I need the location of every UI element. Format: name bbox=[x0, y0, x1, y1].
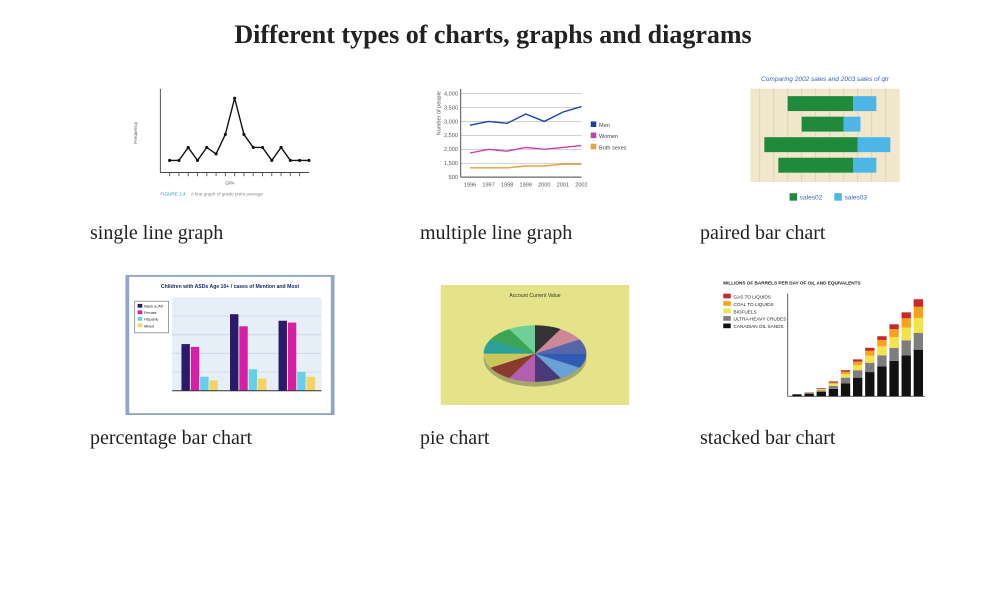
cell-percentage-bar: Children with ASDs Age 10+ / cases of Me… bbox=[90, 275, 370, 450]
caption-multiple-line: multiple line graph bbox=[420, 222, 572, 245]
thumb-stacked-bar: MILLIONS OF BARRELS PER DAY OF OIL AND E… bbox=[700, 275, 950, 415]
paired-bar-title: Comparing 2002 sales and 2003 sales of q… bbox=[761, 76, 890, 83]
chart-grid: Frequency GPA FIGURE 1.4 A line graph of… bbox=[0, 70, 986, 450]
svg-text:Hispanic: Hispanic bbox=[144, 318, 158, 322]
leg-uhc: ULTRA-HEAVY CRUDES bbox=[734, 317, 787, 322]
percentage-bar-svg: Children with ASDs Age 10+ / cases of Me… bbox=[120, 275, 340, 415]
thumb-single-line: Frequency GPA FIGURE 1.4 A line graph of… bbox=[90, 70, 370, 210]
svg-text:1997: 1997 bbox=[482, 182, 494, 188]
legend-sales03: sales03 bbox=[845, 195, 868, 202]
svg-text:2001: 2001 bbox=[557, 182, 569, 188]
cell-single-line: Frequency GPA FIGURE 1.4 A line graph of… bbox=[90, 70, 370, 245]
svg-text:1,500: 1,500 bbox=[444, 161, 458, 167]
leg-gtl: GAS TO LIQUIDS bbox=[734, 294, 771, 299]
caption-single-line: single line graph bbox=[90, 222, 223, 245]
legend-both: Both sexes bbox=[599, 145, 627, 151]
pie-title: Account Current Value bbox=[509, 293, 560, 299]
legend-women: Women bbox=[599, 134, 618, 140]
legend-sales02: sales02 bbox=[800, 195, 823, 202]
caption-paired-bar: paired bar chart bbox=[700, 222, 825, 245]
leg-sands: CANADIAN OIL SANDS bbox=[734, 324, 784, 329]
multiple-line-svg: 4,000 3,500 3,000 2,500 2,000 1,500 500 1996 19… bbox=[430, 75, 640, 205]
legend-men: Men bbox=[599, 123, 610, 129]
leg-ctl: COAL TO LIQUIDS bbox=[734, 302, 774, 307]
svg-text:4,000: 4,000 bbox=[444, 91, 458, 97]
thumb-paired-bar: Comparing 2002 sales and 2003 sales of q… bbox=[700, 70, 950, 210]
svg-text:2000: 2000 bbox=[538, 182, 550, 188]
stacked-title: MILLIONS OF BARRELS PER DAY OF OIL AND E… bbox=[723, 280, 860, 285]
pct-title: Children with ASDs Age 10+ / cases of Me… bbox=[161, 284, 299, 290]
fig-label: FIGURE 1.4 bbox=[160, 192, 186, 197]
svg-text:Number of people: Number of people bbox=[436, 91, 442, 135]
caption-percentage-bar: percentage bar chart bbox=[90, 427, 252, 450]
svg-text:1996: 1996 bbox=[464, 182, 476, 188]
svg-text:Frequency: Frequency bbox=[133, 121, 138, 144]
svg-text:GPA: GPA bbox=[225, 181, 235, 186]
fig-caption-mini: A line graph of grade point average bbox=[191, 192, 263, 197]
thumb-pie: Account Current Value bbox=[420, 275, 650, 415]
svg-text:1998: 1998 bbox=[501, 182, 513, 188]
svg-text:Female: Female bbox=[144, 311, 156, 315]
cell-paired-bar: Comparing 2002 sales and 2003 sales of q… bbox=[700, 70, 950, 245]
leg-bio: BIOFUELS bbox=[734, 309, 757, 314]
svg-text:Mixed: Mixed bbox=[144, 324, 154, 328]
pie-svg: Account Current Value bbox=[430, 285, 640, 405]
svg-text:2,000: 2,000 bbox=[444, 147, 458, 153]
svg-text:2,500: 2,500 bbox=[444, 133, 458, 139]
cell-multiple-line: 4,000 3,500 3,000 2,500 2,000 1,500 500 1996 19… bbox=[420, 70, 650, 245]
page: Different types of charts, graphs and di… bbox=[0, 0, 986, 601]
svg-text:3,000: 3,000 bbox=[444, 119, 458, 125]
cell-stacked-bar: MILLIONS OF BARRELS PER DAY OF OIL AND E… bbox=[700, 275, 950, 450]
svg-text:1999: 1999 bbox=[520, 182, 532, 188]
stacked-bar-svg: MILLIONS OF BARRELS PER DAY OF OIL AND E… bbox=[710, 275, 940, 415]
thumb-percentage-bar: Children with ASDs Age 10+ / cases of Me… bbox=[90, 275, 370, 415]
svg-text:Black a./Afr: Black a./Afr bbox=[144, 305, 164, 309]
cell-pie: Account Current Value bbox=[420, 275, 650, 450]
caption-stacked-bar: stacked bar chart bbox=[700, 427, 835, 450]
single-line-svg: Frequency GPA FIGURE 1.4 A line graph of… bbox=[130, 75, 330, 205]
paired-bar-svg: Comparing 2002 sales and 2003 sales of q… bbox=[725, 70, 925, 210]
page-title: Different types of charts, graphs and di… bbox=[0, 0, 986, 70]
caption-pie: pie chart bbox=[420, 427, 489, 450]
thumb-multiple-line: 4,000 3,500 3,000 2,500 2,000 1,500 500 1996 19… bbox=[420, 70, 650, 210]
svg-text:2002: 2002 bbox=[575, 182, 587, 188]
svg-text:500: 500 bbox=[449, 175, 458, 181]
svg-text:3,500: 3,500 bbox=[444, 105, 458, 111]
